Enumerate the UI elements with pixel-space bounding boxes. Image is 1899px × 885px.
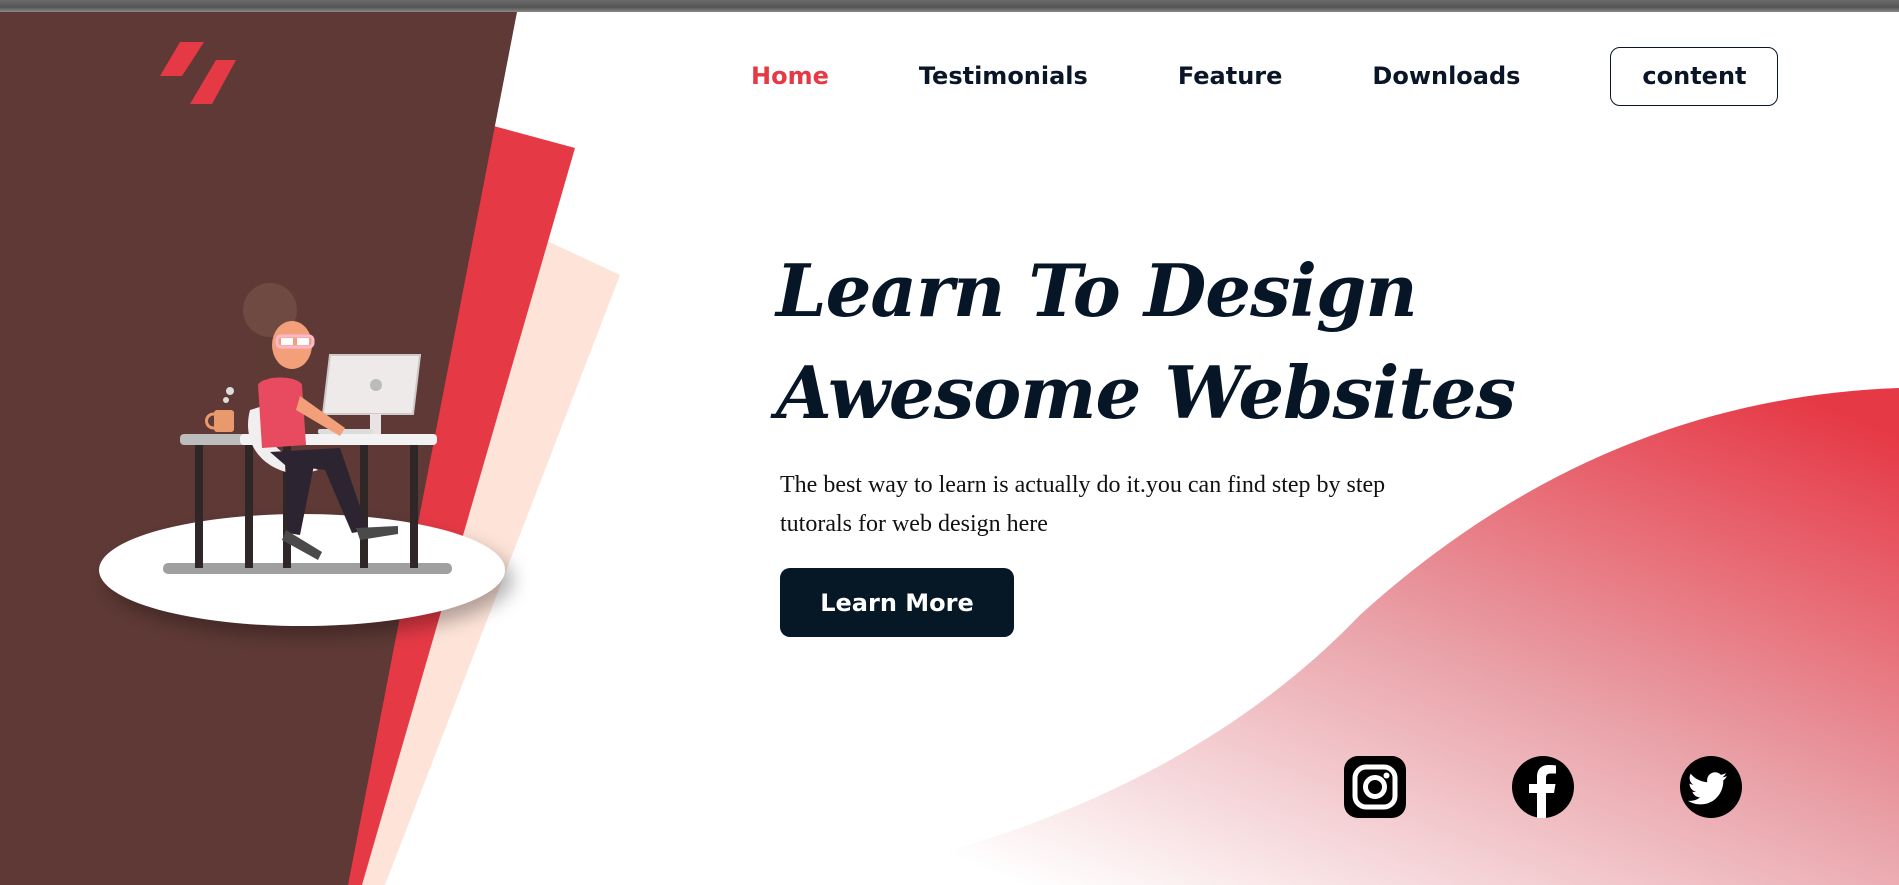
twitter-icon[interactable]: [1680, 756, 1742, 818]
learn-more-button[interactable]: Learn More: [780, 568, 1014, 637]
hero-background-art: [0, 12, 1899, 885]
instagram-icon[interactable]: [1344, 756, 1406, 818]
hero-title-line2: Awesome Websites: [776, 350, 1516, 435]
nav-link-home[interactable]: Home: [751, 62, 829, 90]
main-nav: Home Testimonials Feature Downloads cont…: [751, 46, 1779, 106]
content-button[interactable]: content: [1610, 46, 1779, 106]
hero-description: The best way to learn is actually do it.…: [780, 472, 1386, 537]
window-top-bar: [0, 0, 1899, 12]
hero-title-line1: Learn To Design: [776, 248, 1418, 333]
nav-link-testimonials[interactable]: Testimonials: [919, 62, 1088, 90]
hero-title: Learn To Design Awesome Websites: [776, 240, 1536, 444]
nav-link-feature[interactable]: Feature: [1178, 62, 1283, 90]
brand-logo[interactable]: [160, 40, 240, 106]
nav-link-downloads[interactable]: Downloads: [1372, 62, 1520, 90]
facebook-icon[interactable]: [1512, 756, 1574, 818]
